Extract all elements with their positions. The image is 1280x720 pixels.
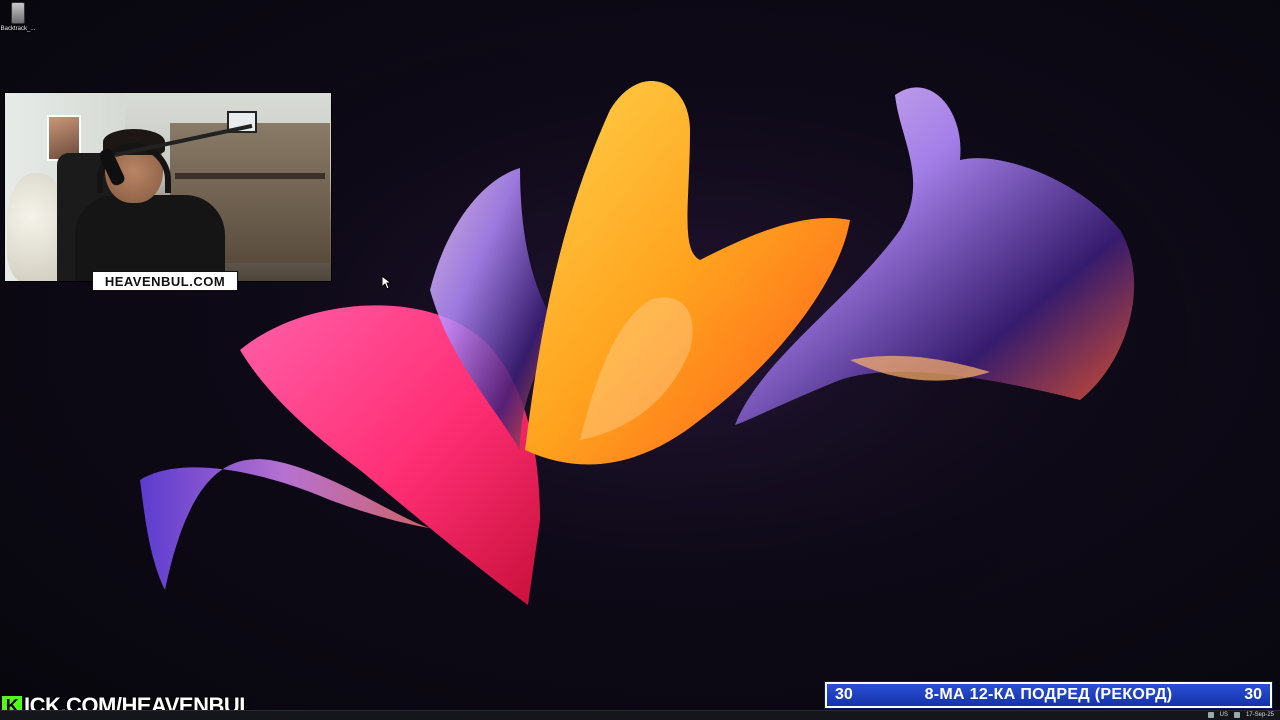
desktop-shortcut[interactable]: Backtrack_... — [0, 2, 36, 32]
counter-text: 8-МА 12-КА ПОДРЕД (РЕКОРД) — [924, 686, 1173, 703]
taskbar — [0, 710, 1280, 720]
desktop-shortcut-label: Backtrack_... — [0, 26, 36, 32]
app-shortcut-icon — [11, 2, 25, 24]
tray-language[interactable]: US — [1220, 712, 1228, 718]
tray-date[interactable]: 17-Sep-25 — [1246, 712, 1274, 718]
system-tray: US 17-Sep-25 — [1207, 710, 1274, 720]
record-counter-widget: 30 8-МА 12-КА ПОДРЕД (РЕКОРД) 30 — [824, 681, 1273, 709]
webcam-streamer — [75, 129, 225, 281]
webcam-overlay — [4, 92, 332, 282]
tray-volume-icon[interactable] — [1233, 712, 1240, 718]
channel-url-tag: HEAVENBUL.COM — [92, 271, 238, 291]
counter-right-value: 30 — [1244, 686, 1262, 703]
mouse-cursor-icon — [382, 276, 392, 290]
tray-network-icon[interactable] — [1207, 712, 1214, 718]
desktop: Backtrack_... HEAVENBUL.COM K ICK.COM/HE… — [0, 0, 1280, 720]
counter-left-value: 30 — [835, 686, 853, 703]
